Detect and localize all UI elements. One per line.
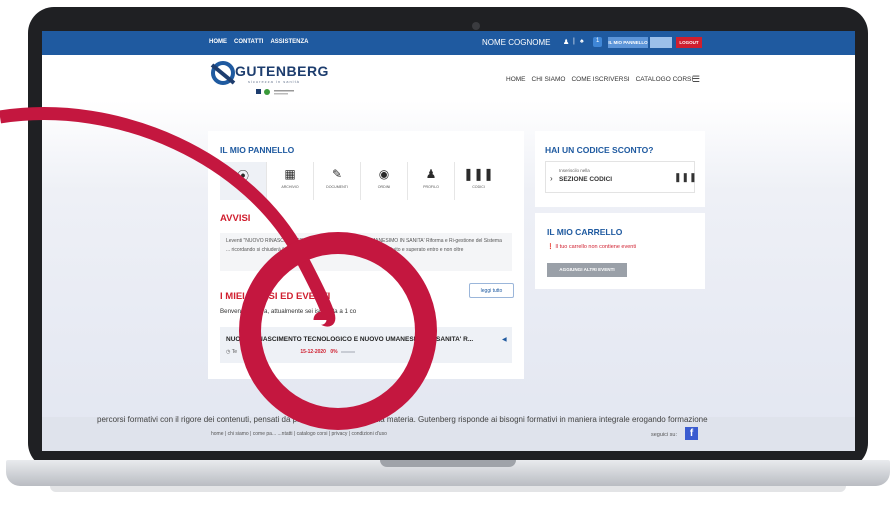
event-date: 15-12-2020 — [300, 349, 326, 355]
notification-badge[interactable]: 1 — [593, 37, 603, 47]
laptop-notch — [380, 460, 516, 467]
nav-come-iscriversi[interactable]: COME ISCRIVERSI — [571, 76, 629, 83]
panel-item-codici[interactable]: ❚❚❚ CODICI — [455, 162, 502, 200]
panel-item-archivio[interactable]: ▦ ARCHIVIO — [267, 162, 314, 200]
top-bar: HOME CONTATTI ASSISTENZA NOME COGNOME ♟ … — [42, 31, 855, 55]
event-item[interactable]: NUOVO RINASCIMENTO TECNOLOGICO E NUOVO U… — [220, 327, 512, 363]
cart-title: IL MIO CARRELLO — [547, 227, 623, 237]
bell-icon[interactable]: ♠ — [580, 38, 584, 45]
logout-button[interactable]: LOGOUT — [676, 37, 702, 48]
add-events-button[interactable]: AGGIUNGI ALTRI EVENTI — [547, 263, 627, 277]
nav-catalogo-corsi[interactable]: CATALOGO CORSI — [636, 76, 694, 83]
username[interactable]: NOME COGNOME — [482, 38, 550, 47]
panel-title: IL MIO PANNELLO — [220, 145, 295, 155]
event-title[interactable]: NUOVO RINASCIMENTO TECNOLOGICO E NUOVO U… — [226, 336, 473, 343]
panel-icons-row: ⦿ HOME ▦ ARCHIVIO ✎ DOCUMENTI ◉ ORDINI ♟ — [220, 162, 502, 200]
event-meta: ◷ Te 15-12-2020 0% — [226, 349, 355, 355]
chevron-right-icon: › — [550, 174, 553, 183]
orders-icon: ◉ — [378, 167, 390, 181]
webcam — [472, 22, 480, 30]
footer-links[interactable]: home | chi siamo | come pa... ...ntatti … — [211, 431, 387, 437]
hamburger-menu-icon[interactable]: ☰ — [692, 75, 700, 84]
barcode-icon: ❚❚❚ — [463, 167, 494, 181]
documents-icon: ✎ — [331, 167, 343, 181]
home-icon: ⦿ — [236, 169, 249, 183]
facebook-icon[interactable]: f — [685, 427, 698, 440]
events-title: I MIEI CORSI ED EVENTI — [220, 291, 331, 302]
laptop-screen: HOME CONTATTI ASSISTENZA NOME COGNOME ♟ … — [42, 31, 855, 451]
top-links: HOME CONTATTI ASSISTENZA — [209, 39, 308, 45]
panel-card: IL MIO PANNELLO ⦿ HOME ▦ ARCHIVIO ✎ DOCU… — [208, 131, 524, 379]
nav-chi-siamo[interactable]: CHI SIAMO — [532, 76, 566, 83]
profile-icon: ♟ — [425, 167, 437, 181]
laptop-shadow — [50, 486, 846, 492]
cart-message: ❗ Il tuo carrello non contiene eventi — [547, 244, 637, 250]
laptop-mockup: HOME CONTATTI ASSISTENZA NOME COGNOME ♟ … — [0, 0, 896, 516]
avvisi-text: Leventi "NUOVO RINASCIMENTO TECNOLOGICO … — [220, 233, 512, 271]
top-link-home[interactable]: HOME — [209, 39, 227, 45]
panel-item-ordini[interactable]: ◉ ORDINI — [361, 162, 408, 200]
nav-home[interactable]: HOME — [506, 76, 526, 83]
barcode-icon: ❚❚❚ — [674, 172, 697, 182]
discount-card: HAI UN CODICE SCONTO? › Inseriscilo nell… — [535, 131, 705, 207]
user-icon[interactable]: ♟ — [563, 38, 569, 46]
panel-toggle[interactable] — [650, 37, 672, 48]
follow-text: seguici su: — [651, 432, 677, 438]
marquee-text: percorsi formativi con il rigore dei con… — [97, 415, 708, 424]
my-panel-button[interactable]: IL MIO PANNELLO — [608, 37, 648, 48]
logo-text[interactable]: GUTENBERG — [235, 63, 329, 79]
top-link-contatti[interactable]: CONTATTI — [234, 39, 263, 45]
separator: | — [573, 38, 575, 45]
discount-title: HAI UN CODICE SCONTO? — [545, 145, 654, 155]
archive-icon: ▦ — [284, 167, 296, 181]
discount-label: SEZIONE CODICI — [559, 176, 613, 183]
panel-item-home[interactable]: ⦿ HOME — [220, 162, 267, 200]
event-progress-percent: 0% — [330, 349, 338, 355]
partner-logos-icon — [256, 89, 294, 95]
discount-small-text: Inseriscilo nella — [559, 168, 590, 173]
clock-icon: ◷ — [226, 349, 231, 355]
panel-item-documenti[interactable]: ✎ DOCUMENTI — [314, 162, 361, 200]
alert-icon: ❗ — [547, 244, 554, 250]
discount-codes-link[interactable]: › Inseriscilo nella SEZIONE CODICI ❚❚❚ — [545, 161, 697, 193]
panel-item-profilo[interactable]: ♟ PROFILO — [408, 162, 455, 200]
event-progress-bar — [340, 350, 355, 353]
avvisi-title: AVVISI — [220, 213, 251, 224]
gutenberg-logo-icon[interactable] — [210, 59, 238, 87]
welcome-text: Benvenuto Prova, attualmente sei iscritt… — [220, 308, 357, 315]
main-nav: HOME CHI SIAMO COME ISCRIVERSI CATALOGO … — [506, 76, 693, 83]
cart-card: IL MIO CARRELLO ❗ Il tuo carrello non co… — [535, 213, 705, 289]
top-link-assistenza[interactable]: ASSISTENZA — [270, 39, 308, 45]
expand-arrow-icon[interactable]: ◀ — [502, 336, 507, 343]
read-all-button[interactable]: leggi tutto — [469, 283, 514, 298]
logo-tagline: sicurezza in sanità — [248, 79, 300, 84]
